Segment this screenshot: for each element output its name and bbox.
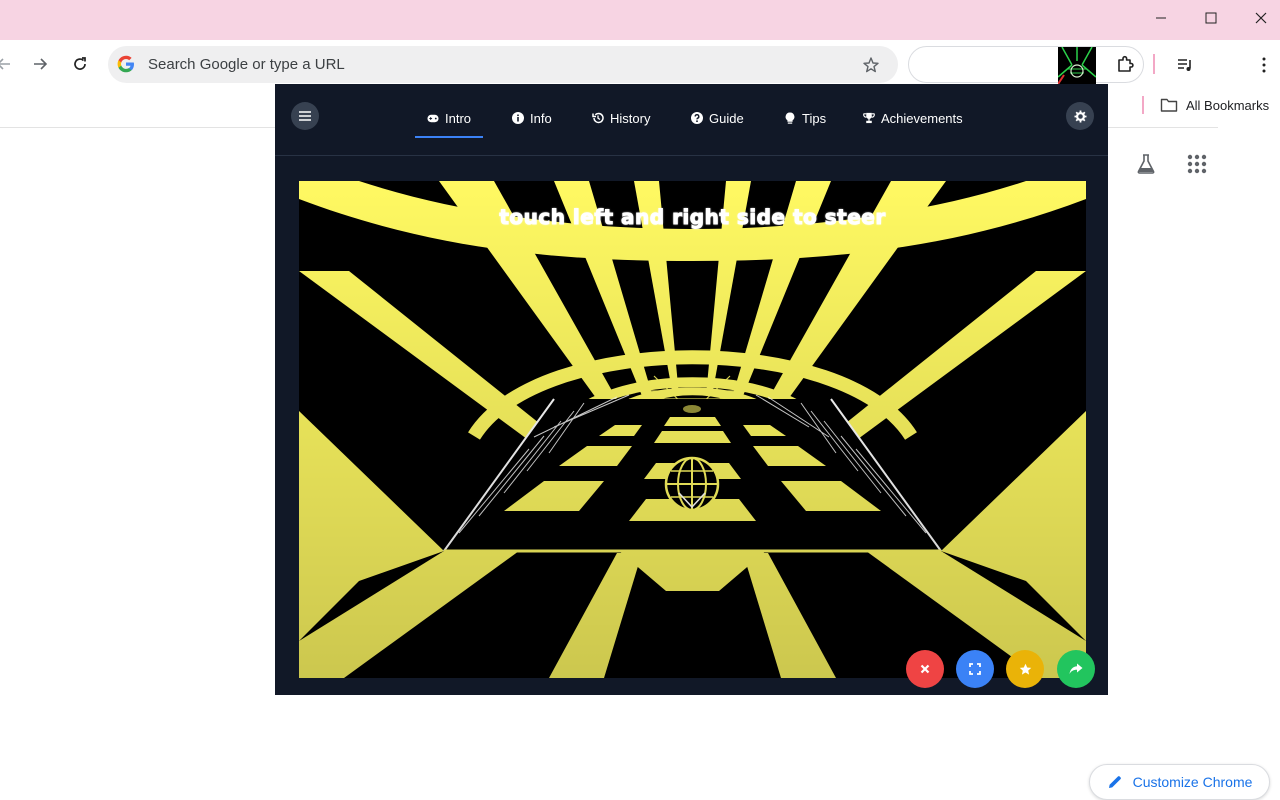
gamepad-icon (427, 112, 439, 124)
omnibox[interactable] (108, 46, 898, 83)
bookmark-star-button[interactable] (858, 52, 884, 78)
toolbar-divider (1153, 54, 1155, 74)
tab-label: Achievements (881, 110, 963, 126)
tab-history[interactable]: History (592, 102, 650, 134)
search-input[interactable] (148, 46, 848, 83)
bookmark-divider (1142, 96, 1144, 114)
fullscreen-button[interactable] (956, 650, 994, 688)
puzzle-icon (1118, 55, 1134, 72)
folder-icon (1160, 98, 1178, 112)
tunnel-scene (299, 181, 1086, 678)
close-window-button[interactable] (1236, 0, 1280, 36)
tunnel-thumbnail-icon (1058, 47, 1096, 84)
minimize-button[interactable] (1136, 0, 1186, 36)
tab-guide[interactable]: Guide (691, 102, 744, 134)
tab-achievements[interactable]: Achievements (863, 102, 963, 134)
maximize-button[interactable] (1186, 0, 1236, 36)
game-instruction-text: touch left and right side to steer (499, 205, 886, 230)
customize-chrome-label: Customize Chrome (1132, 774, 1253, 790)
gear-icon (1074, 110, 1086, 122)
apps-grid-icon (1187, 154, 1207, 174)
settings-button[interactable] (1066, 102, 1094, 130)
star-icon (863, 57, 879, 73)
tab-label: Tips (802, 110, 827, 126)
game-extension-icon[interactable] (1058, 47, 1096, 84)
share-arrow-icon (1069, 663, 1083, 674)
hamburger-icon (299, 111, 311, 121)
game-popup-panel: Intro Info History Guide Tips Achievemen… (275, 84, 1108, 695)
tab-label: Intro (445, 110, 472, 126)
extension-area (908, 46, 1144, 83)
panel-header: Intro Info History Guide Tips Achievemen… (275, 84, 1108, 156)
reload-button[interactable] (66, 50, 94, 78)
all-bookmarks-label: All Bookmarks (1186, 97, 1270, 113)
flask-icon (1137, 154, 1155, 174)
chrome-menu-button[interactable] (1252, 52, 1276, 78)
labs-button[interactable] (1132, 150, 1160, 178)
bookmarks-bar-gap (1218, 127, 1280, 128)
more-vertical-icon (1262, 57, 1266, 73)
window-title-bar (0, 0, 1280, 40)
tab-intro[interactable]: Intro (414, 102, 484, 138)
extensions-button[interactable] (1112, 50, 1140, 78)
all-bookmarks-button[interactable]: All Bookmarks (1160, 94, 1269, 116)
lightbulb-icon (784, 111, 796, 124)
expand-icon (969, 663, 981, 675)
menu-toggle-button[interactable] (291, 102, 319, 130)
tab-label: Guide (709, 110, 744, 126)
close-icon (920, 664, 930, 674)
tab-info[interactable]: Info (512, 102, 552, 134)
google-apps-button[interactable] (1183, 150, 1211, 178)
back-button[interactable] (0, 50, 18, 78)
minimize-icon (1156, 17, 1166, 19)
favorite-button[interactable] (1006, 650, 1044, 688)
forward-button[interactable] (26, 50, 54, 78)
customize-chrome-button[interactable]: Customize Chrome (1089, 764, 1270, 800)
tab-label: Info (530, 110, 552, 126)
share-button[interactable] (1057, 650, 1095, 688)
maximize-icon (1205, 12, 1217, 24)
arrow-left-icon (0, 58, 10, 70)
star-icon (1019, 663, 1031, 675)
tab-tips[interactable]: Tips (784, 102, 826, 134)
media-controls-button[interactable] (1172, 52, 1198, 78)
google-g-icon (117, 55, 134, 73)
history-icon (592, 112, 604, 124)
arrow-right-icon (34, 58, 48, 70)
reload-icon (74, 57, 86, 70)
playlist-icon (1178, 59, 1191, 71)
game-canvas[interactable]: touch left and right side to steer (299, 181, 1086, 678)
close-game-button[interactable] (906, 650, 944, 688)
trophy-icon (863, 112, 875, 124)
pencil-icon (1108, 776, 1121, 788)
close-icon (1255, 12, 1267, 24)
info-icon (512, 112, 524, 124)
question-icon (691, 112, 703, 124)
tab-label: History (610, 110, 651, 126)
